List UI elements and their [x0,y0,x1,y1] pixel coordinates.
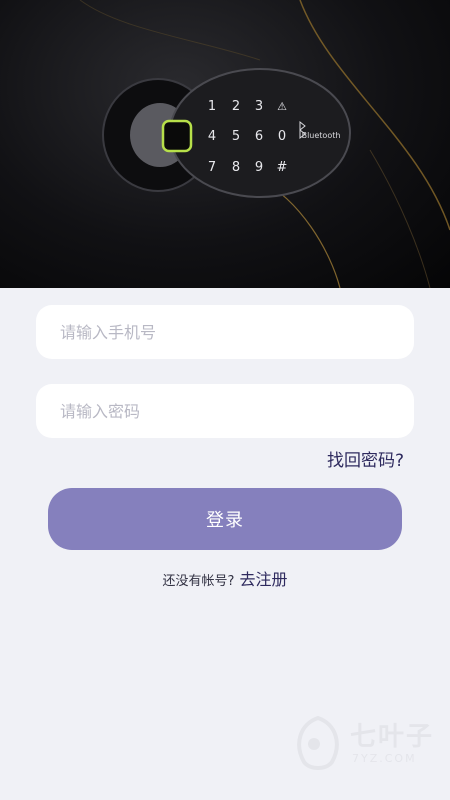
phone-input[interactable] [36,305,414,359]
bluetooth-label: Bluetooth [302,131,341,140]
register-link[interactable]: 去注册 [239,570,287,589]
keypad-key: # [277,160,288,175]
watermark-en: 7YZ.COM [352,752,417,765]
watermark-cn: 七叶子 [350,722,435,752]
forgot-password-link[interactable]: 找回密码? [327,446,404,471]
alarm-key-icon: ⚠ [277,100,287,113]
keypad-key: 5 [232,129,240,144]
keypad-key: 3 [255,99,263,114]
keypad-key: 7 [208,160,216,175]
keypad-key: 1 [208,99,216,114]
keypad-key: 8 [232,160,240,175]
login-button[interactable]: 登录 [48,488,402,550]
watermark-logo: 七叶子 7YZ.COM [290,710,440,780]
register-question: 还没有帐号? [162,574,235,589]
register-row: 还没有帐号? 去注册 [0,566,450,590]
hero-banner: 1 2 3 ⚠ 4 5 6 0 7 8 9 # Bluetooth [0,0,450,288]
smart-lock-illustration: 1 2 3 ⚠ 4 5 6 0 7 8 9 # Bluetooth [79,0,450,288]
keypad-key: 9 [255,160,263,175]
keypad-key: 6 [255,129,263,144]
keypad-key: 4 [208,129,216,144]
leaf-logo-icon [297,715,339,770]
password-input[interactable] [36,384,414,438]
keypad-key: 0 [278,129,286,144]
fingerprint-icon [161,119,193,153]
keypad-key: 2 [232,99,240,114]
